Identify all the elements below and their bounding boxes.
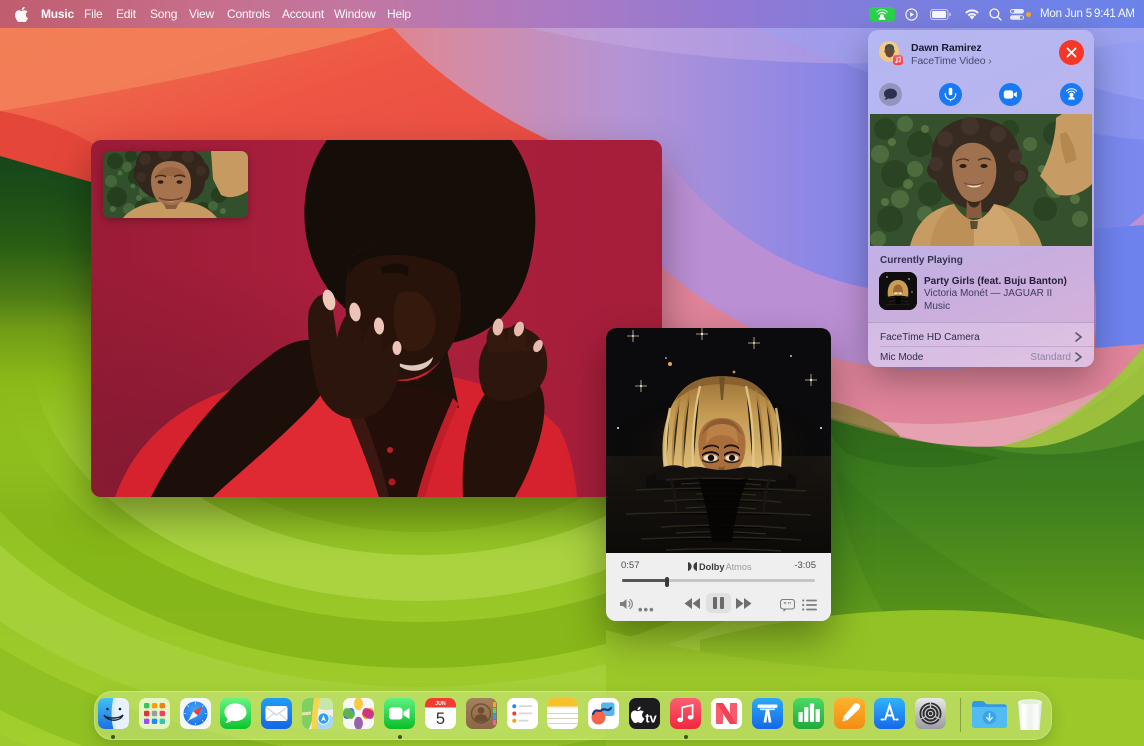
svg-text:”: ” <box>788 602 792 609</box>
svg-text:Atmos: Atmos <box>726 562 752 572</box>
svg-text:tv: tv <box>645 711 657 726</box>
svg-text:”: ” <box>783 602 787 609</box>
svg-text:JUN: JUN <box>435 701 446 707</box>
svg-text:5: 5 <box>436 710 445 728</box>
svg-text:Dolby: Dolby <box>699 562 725 572</box>
